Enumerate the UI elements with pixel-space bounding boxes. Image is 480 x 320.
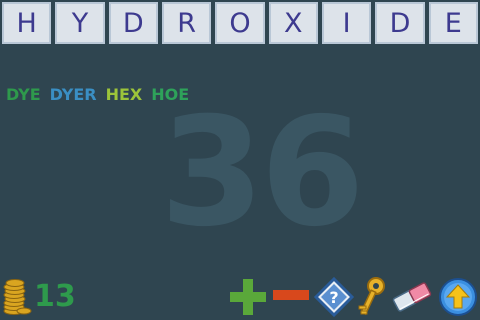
letter-tiles: H Y D R O X I D E [0,0,480,46]
question-diamond-icon[interactable]: ? [314,277,354,317]
coins-icon [3,279,32,315]
letter-tile[interactable]: O [213,0,267,46]
minus-icon[interactable] [272,286,310,306]
letter-tile[interactable]: H [0,0,54,46]
letter-tile[interactable]: D [373,0,427,46]
found-word: DYE [6,85,41,104]
tile-letter[interactable]: E [428,2,478,44]
tile-letter[interactable]: D [375,2,425,44]
tile-letter[interactable]: D [108,2,158,44]
plus-icon[interactable] [228,277,268,317]
tile-letter[interactable]: O [215,2,265,44]
letter-tile[interactable]: D [106,0,160,46]
tile-letter[interactable]: Y [55,2,105,44]
svg-text:?: ? [329,288,338,307]
letter-tile[interactable]: E [426,0,480,46]
key-icon[interactable] [356,276,388,318]
tile-letter[interactable]: X [268,2,318,44]
coin-count: 13 [34,279,76,314]
letter-tile[interactable]: X [266,0,320,46]
found-word: HEX [105,85,143,104]
found-word: DYER [49,85,97,104]
tile-letter[interactable]: H [2,2,52,44]
tile-letter[interactable]: I [321,2,372,44]
letter-tile[interactable]: I [319,0,374,46]
eraser-icon[interactable] [390,280,434,314]
score-watermark: 36 [160,86,365,260]
up-arrow-icon[interactable] [438,277,478,317]
letter-tile[interactable]: R [159,0,214,46]
tile-letter[interactable]: R [161,2,212,44]
letter-tile[interactable]: Y [53,0,107,46]
